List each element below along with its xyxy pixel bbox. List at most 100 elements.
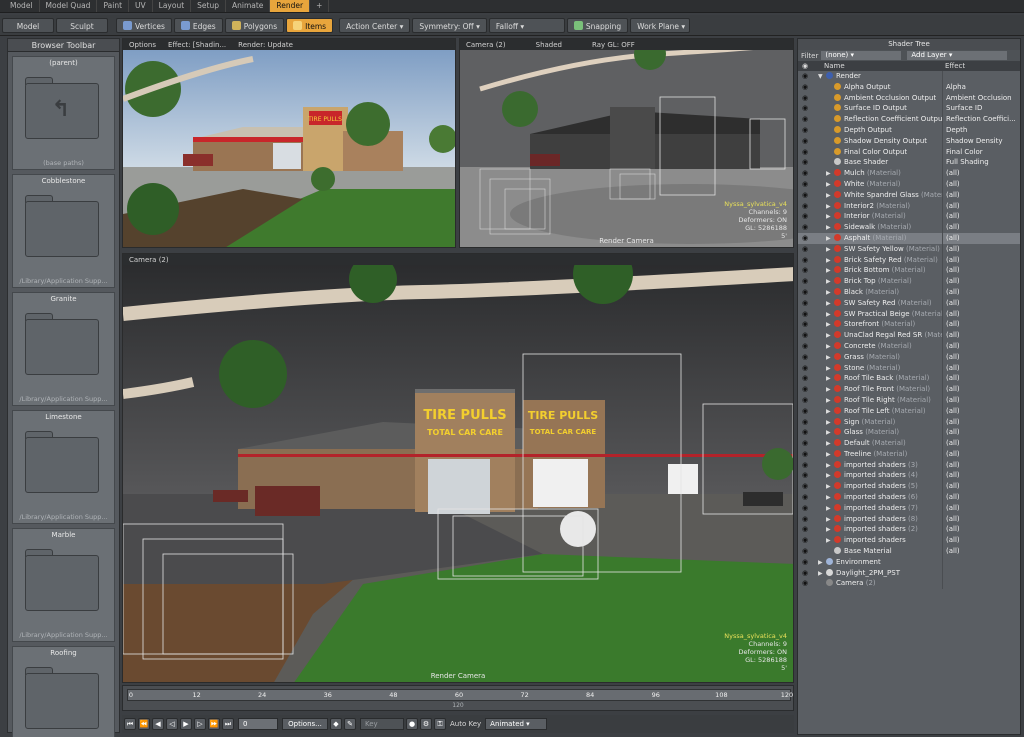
options-button[interactable]: Options <box>129 41 156 49</box>
go-end-icon[interactable]: ⏭ <box>222 718 234 730</box>
shader-tree-row[interactable]: ◉ ▶ imported shaders (4) (all) <box>798 470 1020 482</box>
edges-button[interactable]: Edges <box>173 17 223 33</box>
shader-tree-row[interactable]: ◉ Depth Output Depth <box>798 124 1020 136</box>
expand-toggle-icon[interactable]: ▶ <box>826 504 834 514</box>
filter-dropdown[interactable]: (none) ▾ <box>821 51 902 60</box>
visibility-eye-icon[interactable]: ◉ <box>798 276 812 287</box>
expand-toggle-icon[interactable]: ▶ <box>826 277 834 287</box>
shader-tree-row[interactable]: ◉ ▶ Brick Top (Material) (all) <box>798 276 1020 287</box>
expand-toggle-icon[interactable]: ▶ <box>826 515 834 525</box>
symmetry-dropdown[interactable]: Symmetry: Off ▾ <box>412 17 487 33</box>
shader-tree-row[interactable]: ◉ ▶ Roof Tile Right (Material) (all) <box>798 394 1020 406</box>
shader-tree-row[interactable]: ◉ ▶ Grass (Material) (all) <box>798 351 1020 363</box>
visibility-eye-icon[interactable]: ◉ <box>798 157 812 168</box>
expand-toggle-icon[interactable]: ▶ <box>826 482 834 492</box>
visibility-eye-icon[interactable]: ◉ <box>798 211 812 222</box>
expand-toggle-icon[interactable]: ▶ <box>826 418 834 428</box>
key-button[interactable]: Key <box>360 718 404 730</box>
timeline[interactable]: 0 12 24 36 48 60 72 84 96 108 120 120 <box>122 685 794 711</box>
visibility-eye-icon[interactable]: ◉ <box>798 470 812 481</box>
shading-dropdown[interactable]: Shaded <box>536 41 562 49</box>
play-icon[interactable]: ▶ <box>180 718 192 730</box>
visibility-eye-icon[interactable]: ◉ <box>798 417 812 428</box>
expand-toggle-icon[interactable]: ▶ <box>826 256 834 266</box>
tab-render[interactable]: Render <box>270 0 311 12</box>
visibility-eye-icon[interactable]: ◉ <box>798 319 812 330</box>
viewport-main-camera[interactable]: Camera (2) ✥ ↻ ⌕ ▢ TIRE PULLS TOTAL CAR … <box>122 253 794 683</box>
visibility-eye-icon[interactable]: ◉ <box>798 179 812 190</box>
tab-model[interactable]: Model <box>4 0 40 12</box>
shader-tree-row[interactable]: ◉ ▶ Roof Tile Front (Material) (all) <box>798 384 1020 395</box>
shader-tree-row[interactable]: ◉ ▶ Treeline (Material) (all) <box>798 448 1020 460</box>
expand-toggle-icon[interactable]: ▶ <box>826 320 834 330</box>
shader-tree-row[interactable]: ◉ ▶ Interior (Material) (all) <box>798 211 1020 223</box>
shader-tree-row[interactable]: ◉ Base Material (all) <box>798 546 1020 557</box>
expand-toggle-icon[interactable]: ▶ <box>826 536 834 546</box>
tab-model-quad[interactable]: Model Quad <box>40 0 98 12</box>
visibility-eye-icon[interactable]: ◉ <box>798 125 812 136</box>
browser-folder-2[interactable]: Granite/Library/Application Supp... <box>12 292 115 406</box>
visibility-eye-icon[interactable]: ◉ <box>798 449 812 460</box>
shader-tree-row[interactable]: ◉ Base Shader Full Shading <box>798 157 1020 169</box>
shader-tree-row[interactable]: ◉ ▶ SW Practical Beige (Material)(all) <box>798 308 1020 320</box>
expand-toggle-icon[interactable]: ▼ <box>818 72 826 82</box>
tab-layout[interactable]: Layout <box>153 0 192 12</box>
shader-tree-row[interactable]: ◉ ▶ imported shaders (3) (all) <box>798 459 1020 471</box>
expand-toggle-icon[interactable]: ▶ <box>826 310 834 320</box>
expand-toggle-icon[interactable]: ▶ <box>826 180 834 190</box>
render-update-dropdown[interactable]: Render: Update <box>238 41 293 49</box>
expand-toggle-icon[interactable]: ▶ <box>826 461 834 471</box>
visibility-eye-icon[interactable]: ◉ <box>798 373 812 384</box>
expand-toggle-icon[interactable]: ▶ <box>826 234 834 244</box>
visibility-eye-icon[interactable]: ◉ <box>798 514 812 525</box>
camera-dropdown[interactable]: Camera (2) <box>466 41 506 49</box>
next-key-icon[interactable]: ⏩ <box>208 718 220 730</box>
visibility-eye-icon[interactable]: ◉ <box>798 460 812 471</box>
expand-toggle-icon[interactable]: ▶ <box>826 353 834 363</box>
effect-dropdown[interactable]: Effect: [Shadin... <box>168 41 226 49</box>
polygons-button[interactable]: Polygons <box>224 17 285 33</box>
expand-toggle-icon[interactable]: ▶ <box>826 169 834 179</box>
browser-folder-0[interactable]: (parent) ↰ (base paths) <box>12 56 115 170</box>
visibility-eye-icon[interactable]: ◉ <box>798 438 812 449</box>
shader-tree-row[interactable]: ◉ Reflection Coefficient Output Reflectio… <box>798 114 1020 125</box>
shader-tree-row[interactable]: ◉ ▶ imported shaders (5) (all) <box>798 481 1020 493</box>
shader-tree-row[interactable]: ◉ ▶ imported shaders (8) (all) <box>798 513 1020 525</box>
shader-tree-row[interactable]: ◉ Alpha Output Alpha <box>798 81 1020 93</box>
visibility-eye-icon[interactable]: ◉ <box>798 535 812 546</box>
visibility-eye-icon[interactable]: ◉ <box>798 114 812 125</box>
name-column-header[interactable]: Name <box>812 61 942 71</box>
viewport-render-preview[interactable]: Options Effect: [Shadin... Render: Updat… <box>122 38 456 248</box>
frame-field[interactable]: 0 <box>238 718 278 730</box>
visibility-eye-icon[interactable]: ◉ <box>798 287 812 298</box>
expand-toggle-icon[interactable]: ▶ <box>826 374 834 384</box>
expand-toggle-icon[interactable]: ▶ <box>826 407 834 417</box>
shader-tree-row[interactable]: ◉ ▶ Default (Material) (all) <box>798 438 1020 449</box>
items-button[interactable]: Items <box>286 17 334 33</box>
work-plane-dropdown[interactable]: Work Plane ▾ <box>630 17 691 33</box>
record-icon[interactable]: ● <box>406 718 418 730</box>
shader-tree-row[interactable]: ◉ ▶ SW Safety Yellow (Material) (all) <box>798 243 1020 255</box>
expand-toggle-icon[interactable]: ▶ <box>826 493 834 503</box>
visibility-eye-icon[interactable]: ◉ <box>798 190 812 201</box>
visibility-eye-icon[interactable]: ◉ <box>798 384 812 395</box>
shader-tree-row[interactable]: ◉ Camera (2) <box>798 578 1020 590</box>
shader-tree-row[interactable]: ◉ ▶ Concrete (Material) (all) <box>798 340 1020 352</box>
key-settings-icon[interactable]: ✎ <box>344 718 356 730</box>
expand-toggle-icon[interactable]: ▶ <box>826 202 834 212</box>
visibility-eye-icon[interactable]: ◉ <box>798 168 812 179</box>
visibility-eye-icon[interactable]: ◉ <box>798 71 812 82</box>
visibility-eye-icon[interactable]: ◉ <box>798 82 812 93</box>
expand-toggle-icon[interactable]: ▶ <box>826 223 834 233</box>
visibility-eye-icon[interactable]: ◉ <box>798 265 812 276</box>
channels-icon[interactable]: ⚙ <box>420 718 432 730</box>
visibility-eye-icon[interactable]: ◉ <box>798 298 812 309</box>
falloff-dropdown[interactable]: Falloff ▾ <box>488 17 565 33</box>
visibility-eye-icon[interactable]: ◉ <box>798 481 812 492</box>
shader-tree-row[interactable]: ◉ ▶ Interior2 (Material) (all) <box>798 200 1020 212</box>
shader-tree-row[interactable]: ◉ ▶ Sign (Material) (all) <box>798 416 1020 428</box>
shader-tree-row[interactable]: ◉ ▶ White (Material) (all) <box>798 178 1020 190</box>
visibility-eye-icon[interactable]: ◉ <box>798 201 812 212</box>
shader-tree-row[interactable]: ◉ ▶ imported shaders (all) <box>798 535 1020 547</box>
shader-tree-row[interactable]: ◉ Final Color Output Final Color <box>798 146 1020 158</box>
